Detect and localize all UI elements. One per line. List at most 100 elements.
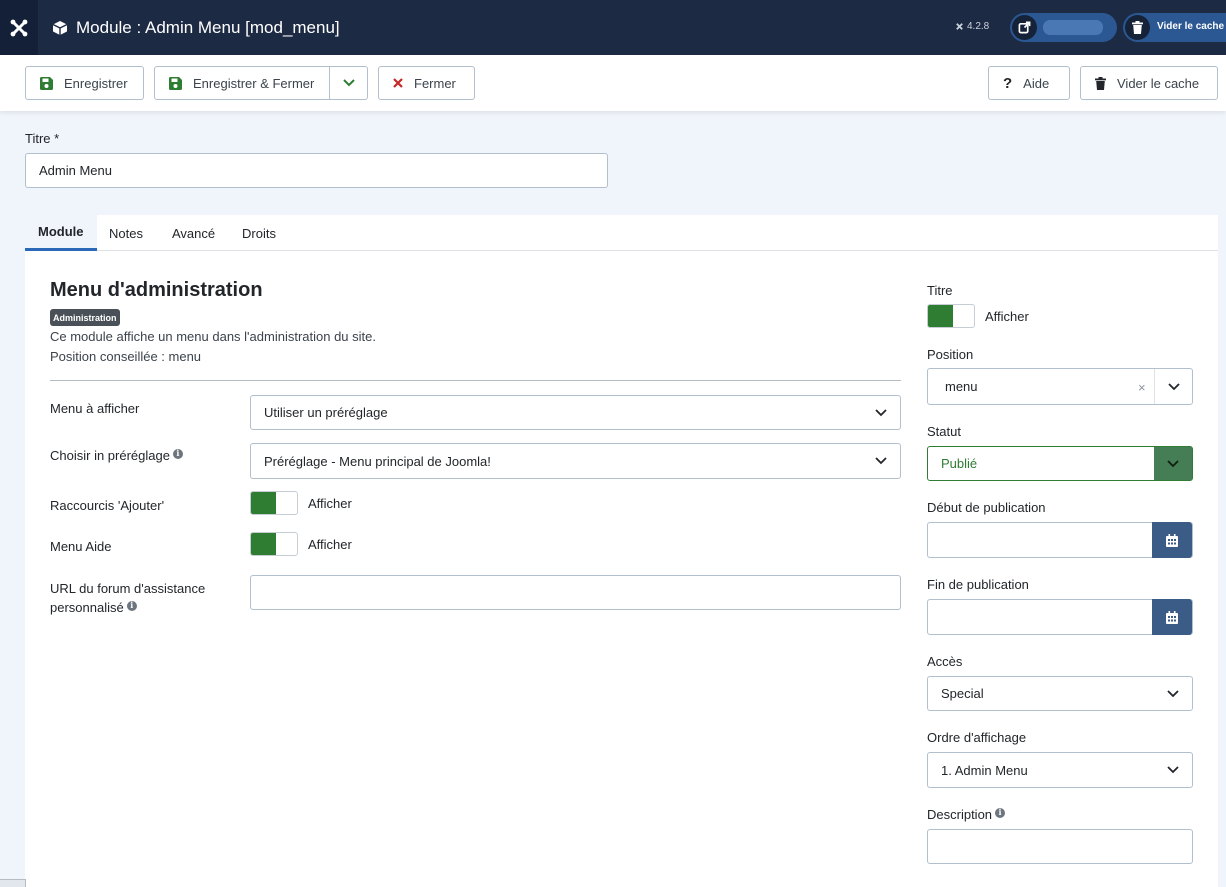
preset-label: Choisir in préréglage i [50,446,183,465]
module-description: Ce module affiche un menu dans l'adminis… [50,329,376,344]
preset-select[interactable]: Préréglage - Menu principal de Joomla! [250,443,901,479]
tab-notes-label: Notes [109,225,143,241]
title-input[interactable]: Admin Menu [25,153,608,188]
position-value: menu [945,379,978,394]
access-select[interactable]: Special [927,676,1193,711]
calendar-icon [1166,533,1178,547]
calendar-icon [1166,610,1178,624]
help-label: Aide [1023,75,1050,91]
tab-permissions-label: Droits [242,225,276,241]
header-clear-cache-button[interactable]: Vider le cache [1123,13,1226,42]
chevron-down-icon [342,79,355,87]
forum-url-input[interactable] [250,575,901,610]
ordering-value: 1. Admin Menu [941,762,1028,778]
position-select[interactable]: menu × [927,368,1193,405]
header-bar: Module : Admin Menu [mod_menu] 4.2.8 Vid… [0,0,1226,55]
tab-advanced-label: Avancé [172,225,216,241]
question-icon: ? [1003,74,1013,92]
calendar-button[interactable] [1152,599,1192,635]
close-button[interactable]: Fermer [378,66,475,100]
access-value: Special [941,686,984,701]
menu-to-show-value: Utiliser un préréglage [264,405,388,420]
forum-url-label-line1: URL du forum d'assistance [50,581,206,596]
site-name-placeholder [1043,20,1103,35]
info-icon[interactable]: i [172,448,183,459]
header-clear-cache-label: Vider le cache [1157,21,1225,32]
title-input-value: Admin Menu [39,163,112,178]
show-title-switch-label: Afficher [985,309,1029,324]
external-link-icon [1012,15,1037,40]
page-title-text: Module : Admin Menu [mod_menu] [76,17,340,37]
publish-up-label: Début de publication [927,500,1046,515]
client-badge: Administration [50,309,120,326]
help-menu-label: Menu Aide [50,539,112,554]
status-value: Publié [941,456,978,471]
divider [50,380,901,381]
close-icon [393,78,403,88]
description-label: Description i [927,805,1006,824]
ordering-label: Ordre d'affichage [927,730,1027,745]
help-button[interactable]: ? Aide [988,66,1070,100]
help-menu-switch-label: Afficher [308,537,352,552]
status-select[interactable]: Publié [927,446,1193,481]
joomla-small-icon [956,23,963,30]
info-icon[interactable]: i [995,807,1006,818]
clear-cache-button[interactable]: Vider le cache [1080,66,1218,100]
chevron-down-icon [1154,447,1192,480]
chevron-down-icon [862,444,900,478]
chevron-down-icon [862,396,900,429]
shortcuts-switch[interactable] [250,491,298,515]
preset-label-text: Choisir in préréglage [50,448,170,463]
tab-module[interactable]: Module [25,215,97,251]
access-label: Accès [927,654,963,669]
tab-bar: Module Notes Avancé Droits [25,215,1218,251]
menu-to-show-label: Menu à afficher [50,401,140,416]
shortcuts-switch-label: Afficher [308,496,352,511]
preset-value: Préréglage - Menu principal de Joomla! [264,453,491,469]
save-close-button[interactable]: Enregistrer & Fermer [154,66,368,100]
forum-url-label-line2: personnalisé [50,600,124,615]
tab-notes[interactable]: Notes [96,215,156,251]
tab-module-label: Module [38,224,84,239]
show-title-switch[interactable] [927,304,975,328]
publish-up-input[interactable] [927,522,1193,558]
info-icon[interactable]: i [126,600,137,611]
chevron-down-icon [1154,369,1192,404]
position-label: Position [927,347,974,362]
joomla-logo-icon[interactable] [0,0,38,55]
trash-icon [1125,15,1150,40]
toolbar: Enregistrer Enregistrer & Fermer Fermer … [0,55,1226,111]
calendar-button[interactable] [1152,522,1192,558]
version-indicator: 4.2.8 [955,21,989,32]
trash-icon [1095,76,1106,90]
switch-on-indicator [251,533,276,555]
clear-selection-icon[interactable]: × [1138,380,1146,395]
tab-advanced[interactable]: Avancé [159,215,228,251]
shortcuts-label: Raccourcis 'Ajouter' [50,498,165,513]
ordering-select[interactable]: 1. Admin Menu [927,752,1193,788]
close-label: Fermer [414,75,456,91]
page-title: Module : Admin Menu [mod_menu] [52,0,340,55]
view-site-button[interactable] [1010,13,1117,42]
switch-on-indicator [928,305,953,327]
description-label-text: Description [927,807,993,822]
save-button[interactable]: Enregistrer [25,66,144,100]
version-text: 4.2.8 [967,21,990,32]
clear-cache-label: Vider le cache [1117,75,1200,91]
publish-down-label: Fin de publication [927,577,1029,592]
publish-down-input[interactable] [927,599,1193,635]
show-title-label: Titre [927,283,953,298]
status-corner [0,879,26,887]
save-icon [40,76,53,90]
position-hint: Position conseillée : menu [50,349,202,364]
forum-url-label: URL du forum d'assistance personnalisé i [50,579,205,617]
status-label: Statut [927,424,961,439]
description-input[interactable] [927,829,1193,864]
tab-permissions[interactable]: Droits [229,215,289,251]
title-field-label: Titre * [25,131,60,146]
help-menu-switch[interactable] [250,532,298,556]
chevron-down-icon [1154,753,1192,787]
menu-to-show-select[interactable]: Utiliser un préréglage [250,395,901,430]
save-dropdown-toggle[interactable] [329,67,367,99]
cube-icon [52,20,68,36]
